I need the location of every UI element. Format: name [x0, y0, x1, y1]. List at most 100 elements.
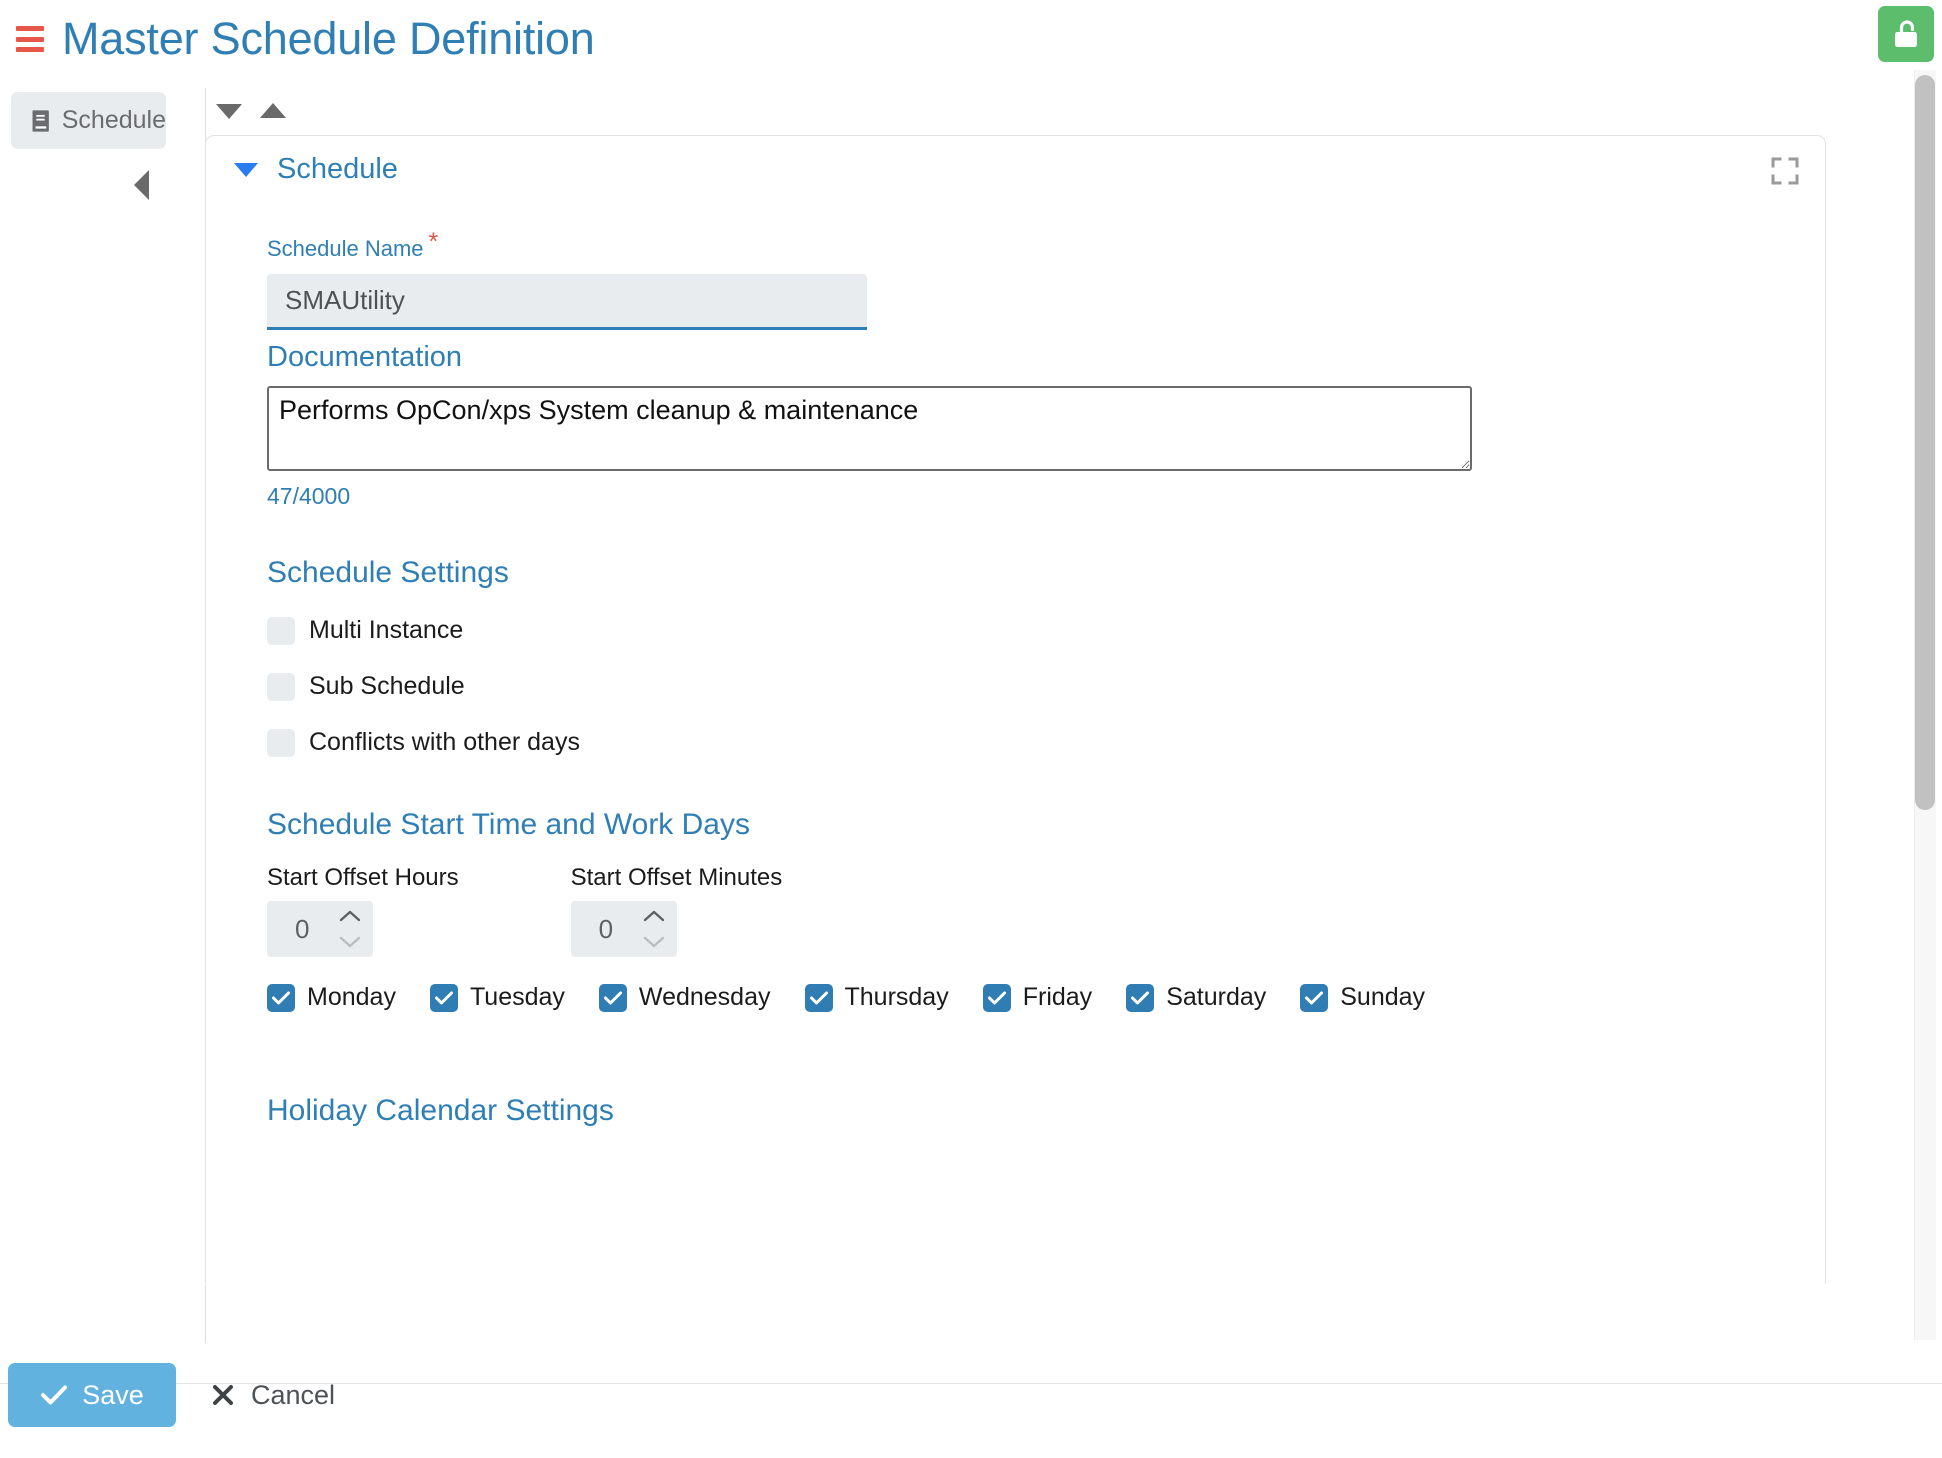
- schedule-settings-heading: Schedule Settings: [267, 556, 509, 589]
- stepper-decrement-button[interactable]: [637, 929, 671, 955]
- checkbox-box[interactable]: [1126, 983, 1155, 1012]
- checkbox-day-saturday[interactable]: Saturday: [1126, 983, 1266, 1012]
- caret-left-icon: [134, 170, 149, 200]
- stepper-increment-button[interactable]: [333, 903, 367, 929]
- hamburger-menu-icon[interactable]: [16, 26, 44, 52]
- cancel-button-label: Cancel: [251, 1379, 336, 1410]
- schedule-card-title: Schedule: [277, 153, 398, 185]
- schedule-name-group: Schedule Name *: [267, 229, 867, 330]
- unlock-icon: [1895, 20, 1917, 47]
- check-icon: [1305, 991, 1324, 1004]
- check-icon: [272, 991, 290, 1004]
- page-title: Master Schedule Definition: [62, 13, 595, 64]
- check-icon: [434, 991, 453, 1004]
- schedule-name-label-row: Schedule Name *: [267, 229, 867, 262]
- hamburger-bar: [16, 47, 44, 52]
- checkbox-box[interactable]: [1300, 983, 1329, 1012]
- checkbox-label: Conflicts with other days: [309, 728, 580, 756]
- save-button[interactable]: Save: [8, 1363, 176, 1427]
- checkbox-box[interactable]: [267, 616, 295, 645]
- expand-all-button[interactable]: [255, 93, 291, 129]
- check-icon: [809, 991, 828, 1004]
- chevron-up-icon: [339, 910, 361, 922]
- schedule-card-toggle[interactable]: [233, 157, 259, 183]
- start-time-group: Schedule Start Time and Work Days Start …: [267, 808, 1459, 1012]
- checkbox-day-sunday[interactable]: Sunday: [1300, 983, 1425, 1012]
- start-offset-hours-value: 0: [295, 913, 310, 944]
- sidebar-item-schedule[interactable]: Schedule: [11, 92, 166, 149]
- stepper-decrement-button[interactable]: [333, 929, 367, 955]
- start-offset-minutes-value: 0: [598, 913, 614, 944]
- vertical-scrollbar-thumb[interactable]: [1915, 75, 1935, 810]
- holiday-calendar-heading: Holiday Calendar Settings: [267, 1094, 614, 1127]
- schedule-settings-options: Multi Instance Sub Schedule Conflicts wi…: [267, 616, 580, 757]
- checkbox-box[interactable]: [267, 672, 295, 701]
- checkbox-day-wednesday[interactable]: Wednesday: [598, 983, 771, 1012]
- checkbox-day-friday[interactable]: Friday: [982, 983, 1093, 1012]
- documentation-textarea[interactable]: [267, 386, 1472, 471]
- save-button-label: Save: [82, 1379, 144, 1410]
- checkbox-label: Multi Instance: [309, 616, 464, 644]
- caret-down-icon: [216, 104, 242, 119]
- hamburger-bar: [16, 26, 44, 31]
- start-offset-minutes-group: Start Offset Minutes 0: [570, 864, 783, 957]
- chevron-up-icon: [643, 910, 664, 922]
- checkbox-label: Tuesday: [469, 983, 565, 1011]
- fullscreen-icon: [1771, 157, 1799, 185]
- offset-fields-row: Start Offset Hours 0 Start Offset Minute…: [267, 864, 1459, 957]
- checkbox-box[interactable]: [804, 983, 833, 1012]
- checkbox-day-tuesday[interactable]: Tuesday: [429, 983, 565, 1012]
- start-offset-minutes-label: Start Offset Minutes: [570, 864, 783, 891]
- checkbox-box[interactable]: [267, 983, 295, 1012]
- check-icon: [603, 991, 622, 1004]
- checkbox-label: Wednesday: [638, 983, 771, 1011]
- left-sidebar: Schedule: [0, 88, 205, 1284]
- checkbox-day-thursday[interactable]: Thursday: [804, 983, 949, 1012]
- checkbox-box[interactable]: [982, 983, 1011, 1012]
- documentation-char-count: 47/4000: [267, 483, 351, 509]
- close-x-icon: [213, 1385, 233, 1405]
- stepper-increment-button[interactable]: [637, 903, 671, 929]
- fullscreen-button[interactable]: [1770, 156, 1800, 186]
- caret-down-icon: [234, 162, 258, 177]
- schedule-name-label: Schedule Name: [267, 236, 424, 261]
- sidebar-collapse-button[interactable]: [127, 163, 157, 207]
- sidebar-item-label: Schedule: [61, 106, 166, 134]
- main-content-area: Schedule Schedule Name* Documentation: [205, 88, 1900, 1335]
- checkbox-box[interactable]: [429, 983, 458, 1012]
- cancel-button[interactable]: Cancel: [205, 1363, 341, 1427]
- required-marker: *: [428, 227, 439, 256]
- start-offset-minutes-stepper[interactable]: 0: [570, 901, 677, 957]
- hamburger-bar: [16, 36, 44, 42]
- start-offset-hours-group: Start Offset Hours 0: [267, 864, 459, 957]
- holiday-calendar-group: Holiday Calendar Settings: [267, 1094, 614, 1128]
- chevron-down-icon: [339, 936, 361, 948]
- checkbox-sub-schedule[interactable]: Sub Schedule: [267, 672, 580, 701]
- checkbox-multi-instance[interactable]: Multi Instance: [267, 616, 580, 645]
- checkbox-label: Thursday: [844, 983, 949, 1011]
- check-icon: [1131, 991, 1150, 1004]
- schedule-name-input[interactable]: [267, 274, 867, 330]
- schedule-settings-group: Schedule Settings Multi Instance Sub Sch…: [267, 556, 580, 784]
- checkbox-label: Monday: [307, 983, 396, 1011]
- check-icon: [987, 991, 1006, 1004]
- unlock-button[interactable]: [1878, 6, 1934, 62]
- documentation-label: Documentation: [267, 341, 463, 373]
- schedule-card-header[interactable]: Schedule: [233, 153, 398, 186]
- collapse-all-button[interactable]: [211, 93, 247, 129]
- section-toggle-toolbar: [211, 93, 291, 129]
- check-icon: [41, 1385, 68, 1405]
- start-offset-hours-label: Start Offset Hours: [267, 864, 459, 891]
- work-days-row: Monday Tuesday Wednesday Thursday Friday…: [267, 983, 1459, 1012]
- checkbox-label: Friday: [1022, 983, 1093, 1011]
- checkbox-box[interactable]: [598, 983, 627, 1012]
- start-offset-hours-stepper[interactable]: 0: [267, 901, 373, 957]
- checkbox-conflicts-with-other-days[interactable]: Conflicts with other days: [267, 728, 580, 757]
- top-header-bar: Master Schedule Definition: [0, 0, 1942, 88]
- book-icon: [32, 109, 49, 132]
- checkbox-label: Saturday: [1166, 983, 1267, 1011]
- checkbox-day-monday[interactable]: Monday: [267, 983, 396, 1012]
- checkbox-box[interactable]: [267, 728, 295, 757]
- schedule-card: Schedule Schedule Name* Documentation: [205, 135, 1826, 1335]
- chevron-down-icon: [643, 936, 664, 948]
